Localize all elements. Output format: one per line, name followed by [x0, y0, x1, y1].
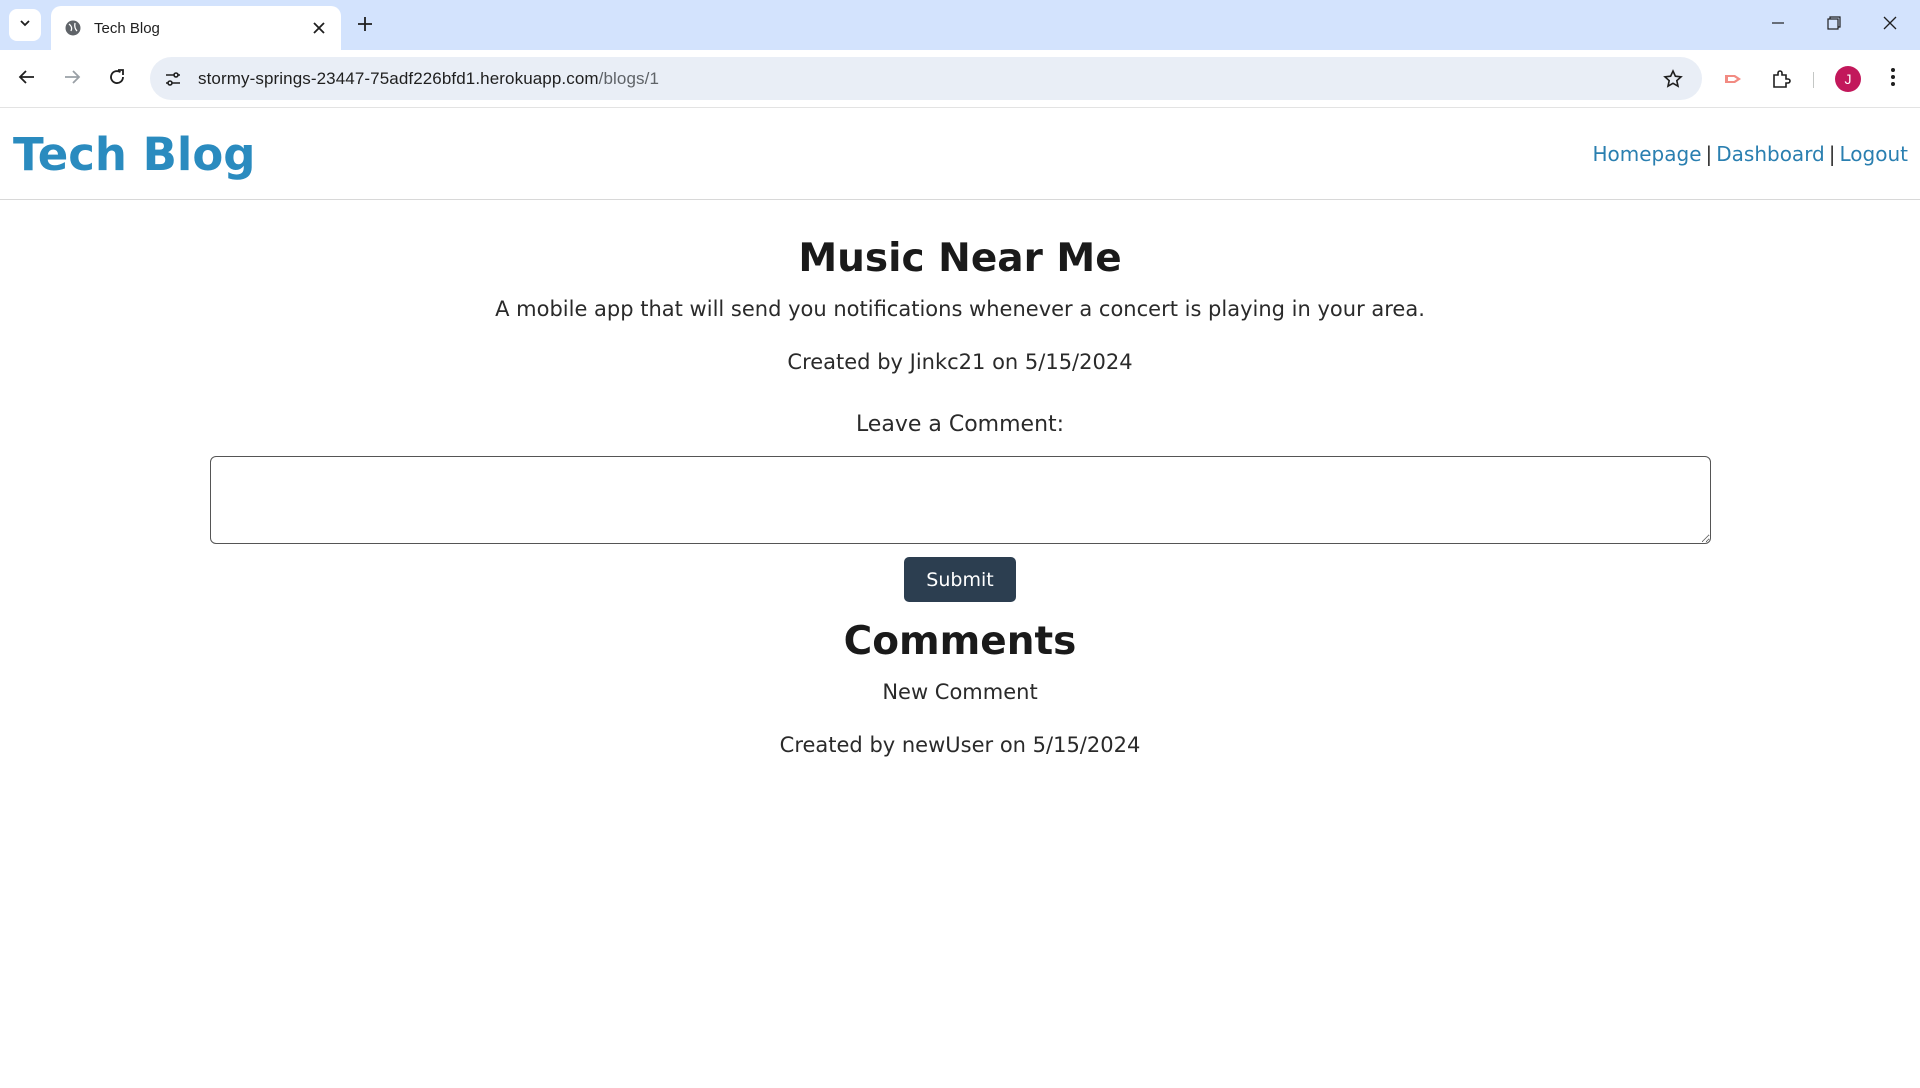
site-settings-icon[interactable]: [156, 62, 190, 96]
site-brand[interactable]: Tech Blog: [13, 128, 255, 181]
comment-text: New Comment: [882, 680, 1038, 704]
plus-icon: [357, 16, 373, 37]
comment-textarea[interactable]: [210, 456, 1711, 544]
forward-button[interactable]: [55, 62, 89, 96]
comment-label: Leave a Comment:: [855, 412, 1065, 437]
toolbar-divider: [1813, 72, 1814, 88]
browser-tabstrip: Tech Blog: [0, 0, 1920, 50]
restore-icon: [1827, 15, 1841, 35]
close-window-button[interactable]: [1862, 0, 1918, 50]
post-body: A mobile app that will send you notifica…: [495, 297, 1425, 321]
minimize-button[interactable]: [1750, 0, 1806, 50]
post-title: Music Near Me: [798, 236, 1122, 281]
nav-logout-link[interactable]: Logout: [1840, 142, 1908, 166]
restore-button[interactable]: [1806, 0, 1862, 50]
browser-toolbar: stormy-springs-23447-75adf226bfd1.heroku…: [0, 50, 1920, 108]
browser-menu-button[interactable]: [1876, 62, 1910, 96]
reload-button[interactable]: [100, 62, 134, 96]
close-icon: [1883, 16, 1897, 35]
url-path: /blogs/1: [598, 68, 659, 88]
new-tab-button[interactable]: [350, 11, 380, 41]
nav-dashboard-link[interactable]: Dashboard: [1716, 142, 1825, 166]
close-icon[interactable]: [305, 14, 333, 42]
arrow-right-icon: [63, 68, 81, 91]
chevron-down-icon: [18, 16, 32, 35]
cast-extension-icon[interactable]: [1717, 62, 1751, 96]
bookmark-star-icon[interactable]: [1656, 62, 1690, 96]
browser-tab[interactable]: Tech Blog: [51, 6, 341, 50]
web-page: Tech Blog Homepage | Dashboard | Logout Musi…: [0, 109, 1920, 1088]
nav-separator: |: [1828, 142, 1836, 166]
reload-icon: [108, 68, 126, 91]
extensions-puzzle-icon[interactable]: [1764, 62, 1798, 96]
site-header: Tech Blog Homepage | Dashboard | Logout: [0, 109, 1920, 200]
globe-icon: [63, 18, 83, 38]
nav-homepage-link[interactable]: Homepage: [1592, 142, 1701, 166]
profile-avatar[interactable]: J: [1835, 66, 1861, 92]
kebab-menu-icon: [1890, 67, 1896, 92]
nav-separator: |: [1705, 142, 1713, 166]
post-meta: Created by Jinkc21 on 5/15/2024: [787, 350, 1133, 374]
back-button[interactable]: [10, 62, 44, 96]
minimize-icon: [1771, 16, 1785, 35]
tab-title: Tech Blog: [94, 19, 160, 37]
comment-meta: Created by newUser on 5/15/2024: [779, 733, 1141, 757]
tab-search-button[interactable]: [9, 9, 41, 41]
submit-button[interactable]: Submit: [904, 557, 1016, 602]
url-host: stormy-springs-23447-75adf226bfd1.heroku…: [198, 68, 599, 88]
arrow-left-icon: [18, 68, 36, 91]
comments-heading: Comments: [843, 619, 1077, 664]
address-bar[interactable]: stormy-springs-23447-75adf226bfd1.heroku…: [150, 57, 1702, 100]
url-text[interactable]: stormy-springs-23447-75adf226bfd1.heroku…: [198, 69, 1656, 89]
site-nav: Homepage | Dashboard | Logout: [1592, 142, 1908, 166]
